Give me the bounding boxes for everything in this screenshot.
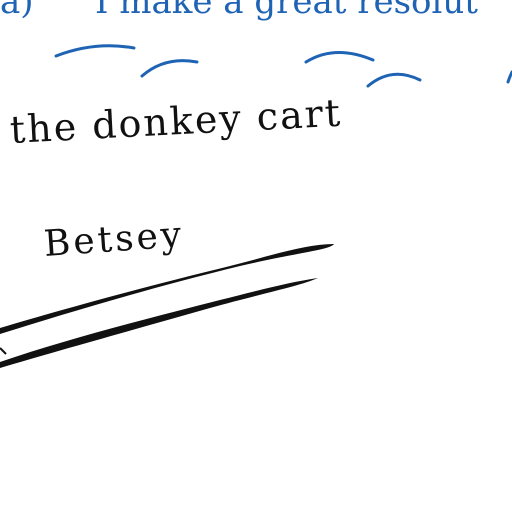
blue-wave <box>140 59 199 78</box>
blue-heading: a) I make a great resolut <box>0 0 512 22</box>
marker-stroke-tick <box>0 347 7 355</box>
marker-stroke-upper <box>0 244 334 334</box>
blue-wave <box>304 50 375 64</box>
black-marker-strokes <box>0 244 334 368</box>
blue-wave <box>506 70 512 84</box>
heading-text: I make a great resolut <box>95 0 478 22</box>
blue-underline-waves <box>54 44 512 88</box>
blue-wave <box>366 72 422 88</box>
marker-stroke-lower <box>0 278 318 368</box>
blue-wave <box>54 44 136 58</box>
heading-prefix: a) <box>0 0 34 22</box>
caption-donkey-cart: the donkey cart <box>8 90 344 152</box>
handwritten-page: a) I make a great resolut the donkey car… <box>0 0 512 512</box>
